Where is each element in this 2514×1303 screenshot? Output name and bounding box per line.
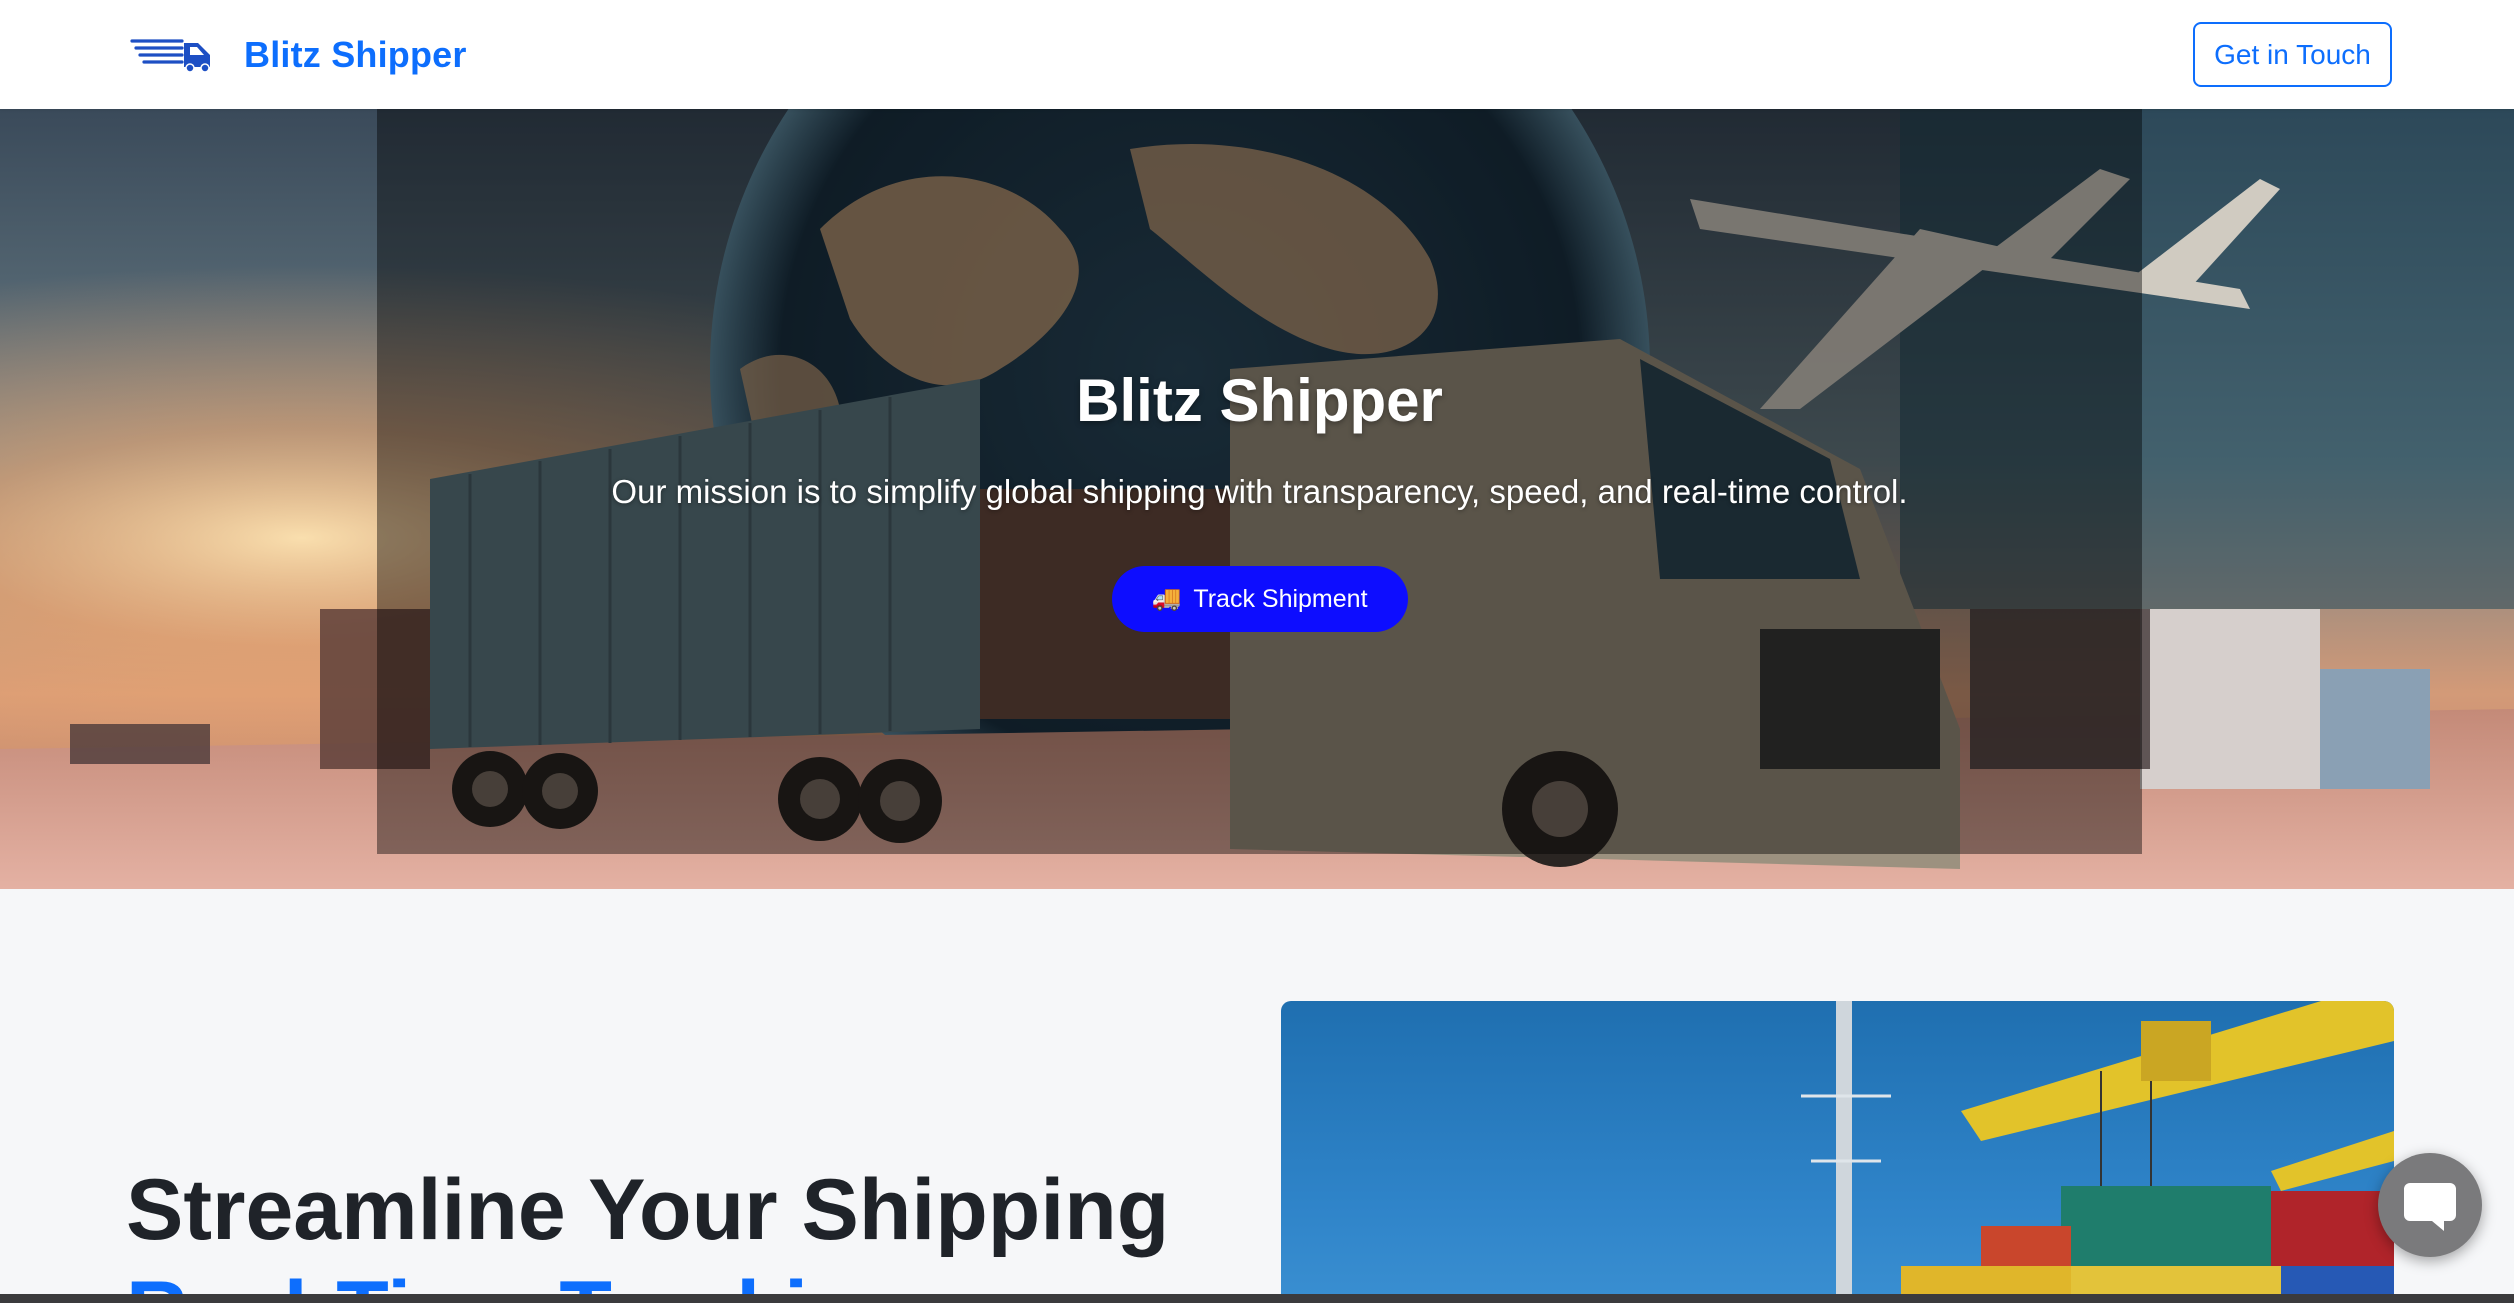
hero-title: Blitz Shipper [1076,367,1443,434]
feature-heading-line2: Real-Time Tracking [126,1261,1169,1296]
feature-section: Streamline Your Shipping Real-Time Track… [0,889,2514,1296]
feature-heading-line1: Streamline Your Shipping [126,1162,1170,1258]
feature-heading: Streamline Your Shipping Real-Time Track… [126,1159,1169,1296]
get-in-touch-button[interactable]: Get in Touch [2193,22,2392,87]
track-shipment-button[interactable]: 🚚 Track Shipment [1111,566,1408,632]
navbar: Blitz Shipper Get in Touch [0,0,2514,109]
bottom-scrollbar-strip [0,1294,2514,1303]
hero-subtitle: Our mission is to simplify global shippi… [611,473,1908,510]
brand-name: Blitz Shipper [244,33,467,75]
hero-section: Blitz Shipper Our mission is to simplify… [0,109,2514,889]
chat-button[interactable] [2378,1153,2482,1257]
port-image-graphic [1801,1001,2394,1296]
track-shipment-label: Track Shipment [1193,584,1368,613]
speeding-truck-icon [130,38,210,73]
truck-icon: 🚚 [1151,585,1182,612]
brand-link[interactable]: Blitz Shipper [130,34,467,76]
port-containers-image [1281,1001,2394,1296]
hero-content: Blitz Shipper Our mission is to simplify… [377,109,2142,854]
chat-bubble-icon [2404,1183,2456,1231]
